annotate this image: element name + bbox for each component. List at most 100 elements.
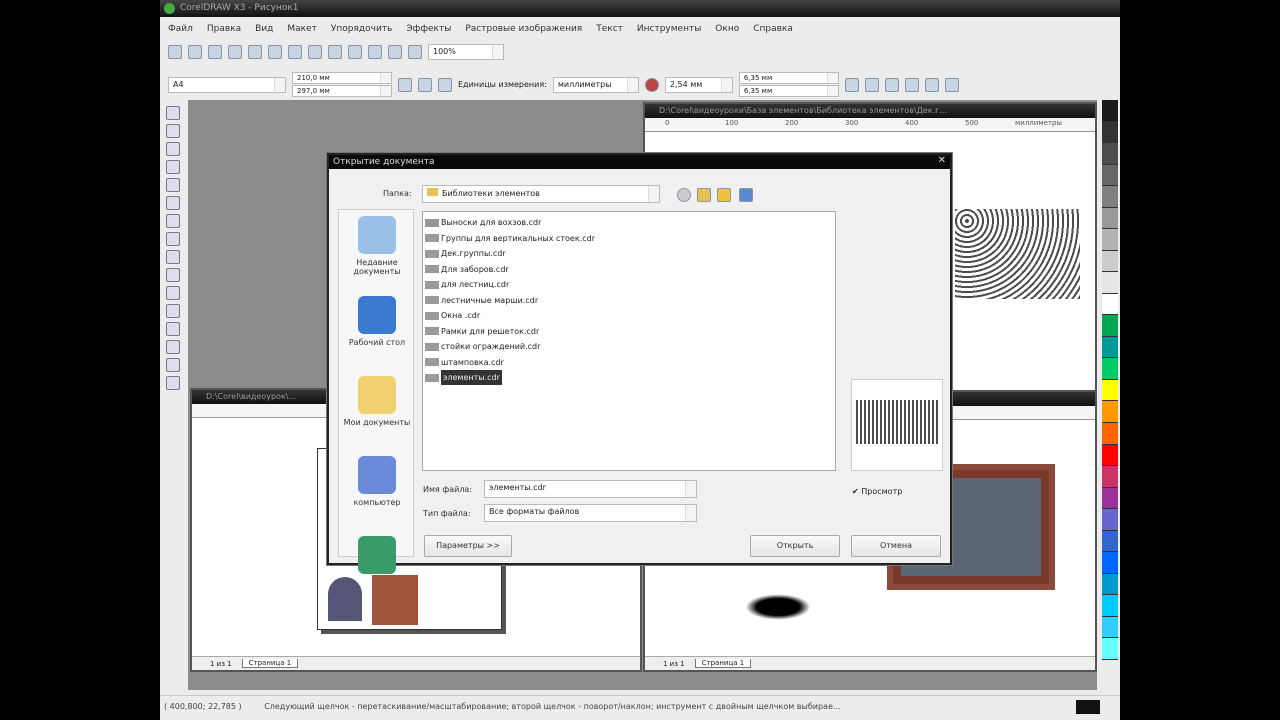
- color-swatch[interactable]: [1102, 638, 1118, 660]
- filetype-select[interactable]: Все форматы файлов: [484, 504, 697, 522]
- pick-tool-icon[interactable]: [166, 106, 180, 120]
- save-icon[interactable]: [208, 45, 222, 59]
- polygon-tool-icon[interactable]: [166, 250, 180, 264]
- snap-grid-icon[interactable]: [864, 77, 879, 92]
- color-swatch[interactable]: [1102, 509, 1118, 531]
- menu-bitmaps[interactable]: Растровые изображения: [465, 24, 582, 34]
- redo-icon[interactable]: [328, 45, 342, 59]
- color-swatch[interactable]: [1102, 336, 1118, 359]
- color-swatch[interactable]: [1102, 100, 1118, 122]
- color-swatch[interactable]: [1102, 186, 1118, 208]
- back-icon[interactable]: [677, 188, 691, 202]
- open-icon[interactable]: [188, 45, 202, 59]
- file-item[interactable]: стойки ограждений.cdr: [425, 339, 833, 355]
- color-swatch[interactable]: [1102, 530, 1118, 553]
- shape-tool-icon[interactable]: [166, 124, 180, 138]
- color-swatch[interactable]: [1102, 272, 1118, 294]
- color-swatch[interactable]: [1102, 595, 1118, 617]
- color-swatch[interactable]: [1102, 164, 1118, 187]
- treat-as-filled-icon[interactable]: [844, 77, 859, 92]
- color-swatch[interactable]: [1102, 487, 1118, 510]
- color-swatch[interactable]: [1102, 229, 1118, 251]
- color-swatch[interactable]: [1102, 552, 1118, 574]
- file-item[interactable]: лестничные марши.cdr: [425, 293, 833, 309]
- file-item[interactable]: Дек.группы.cdr: [425, 246, 833, 262]
- up-folder-icon[interactable]: [697, 188, 711, 202]
- menu-help[interactable]: Справка: [753, 24, 793, 34]
- color-swatch[interactable]: [1102, 466, 1118, 488]
- units-select[interactable]: миллиметры: [552, 76, 639, 93]
- page-height-input[interactable]: 297,0 мм: [292, 85, 392, 97]
- menu-text[interactable]: Текст: [596, 24, 623, 34]
- folder-select[interactable]: Библиотеки элементов: [422, 185, 660, 203]
- color-swatch[interactable]: [1102, 573, 1118, 596]
- outline-color-swatch[interactable]: [1076, 700, 1100, 714]
- snap-objects-icon[interactable]: [904, 77, 919, 92]
- eyedropper-icon[interactable]: [166, 322, 180, 336]
- options-icon[interactable]: [944, 77, 959, 92]
- dynamic-guides-icon[interactable]: [924, 77, 939, 92]
- ellipse-tool-icon[interactable]: [166, 232, 180, 246]
- color-swatch[interactable]: [1102, 207, 1118, 230]
- text-tool-icon[interactable]: [166, 286, 180, 300]
- color-swatch[interactable]: [1102, 358, 1118, 380]
- interactive-tool-icon[interactable]: [166, 304, 180, 318]
- menu-edit[interactable]: Правка: [207, 24, 241, 34]
- color-swatch[interactable]: [1102, 422, 1118, 445]
- outline-tool-icon[interactable]: [166, 340, 180, 354]
- place-computer[interactable]: компьютер: [339, 456, 415, 507]
- color-swatch[interactable]: [1102, 444, 1118, 467]
- color-swatch[interactable]: [1102, 293, 1118, 316]
- page-size-select[interactable]: A4: [168, 76, 286, 93]
- file-item[interactable]: Выноски для вохзов.cdr: [425, 215, 833, 231]
- menu-tools[interactable]: Инструменты: [637, 24, 701, 34]
- file-item[interactable]: Для заборов.cdr: [425, 262, 833, 278]
- new-folder-icon[interactable]: [717, 188, 731, 202]
- place-network[interactable]: [339, 536, 415, 578]
- cancel-button[interactable]: Отмена: [851, 535, 941, 557]
- fill-tool-icon[interactable]: [166, 358, 180, 372]
- page-tab[interactable]: Страница 1: [694, 659, 752, 668]
- copy-icon[interactable]: [268, 45, 282, 59]
- menu-effects[interactable]: Эффекты: [406, 24, 451, 34]
- filename-input[interactable]: элементы.cdr: [484, 480, 697, 498]
- place-recent[interactable]: Недавние документы: [339, 216, 415, 276]
- print-icon[interactable]: [228, 45, 242, 59]
- file-list[interactable]: Выноски для вохзов.cdr Группы для вертика…: [422, 211, 836, 471]
- color-swatch[interactable]: [1102, 315, 1118, 337]
- crop-tool-icon[interactable]: [166, 142, 180, 156]
- preview-checkbox[interactable]: ✔ Просмотр: [852, 487, 902, 496]
- color-swatch[interactable]: [1102, 616, 1118, 639]
- new-icon[interactable]: [168, 45, 182, 59]
- color-swatch[interactable]: [1102, 121, 1118, 144]
- undo-icon[interactable]: [308, 45, 322, 59]
- file-item[interactable]: Окна .cdr: [425, 308, 833, 324]
- smart-fill-icon[interactable]: [166, 196, 180, 210]
- welcome-icon[interactable]: [408, 45, 422, 59]
- open-button[interactable]: Открыть: [750, 535, 840, 557]
- color-swatch[interactable]: [1102, 143, 1118, 165]
- menu-window[interactable]: Окно: [715, 24, 739, 34]
- zoom-level-select[interactable]: 100%: [428, 44, 504, 60]
- file-item[interactable]: элементы.cdr: [425, 370, 833, 386]
- color-swatch[interactable]: [1102, 401, 1118, 423]
- menu-arrange[interactable]: Упорядочить: [331, 24, 392, 34]
- interactive-fill-icon[interactable]: [166, 376, 180, 390]
- menu-file[interactable]: Файл: [168, 24, 193, 34]
- view-menu-icon[interactable]: [739, 188, 753, 202]
- zoom-tool-icon[interactable]: [166, 160, 180, 174]
- place-desktop[interactable]: Рабочий стол: [339, 296, 415, 347]
- duplicate-x-input[interactable]: 6,35 мм: [738, 72, 839, 84]
- rectangle-tool-icon[interactable]: [166, 214, 180, 228]
- nudge-input[interactable]: 2,54 мм: [664, 76, 733, 93]
- menu-view[interactable]: Вид: [255, 24, 273, 34]
- file-item[interactable]: для лестниц.cdr: [425, 277, 833, 293]
- duplicate-y-input[interactable]: 6,35 мм: [738, 85, 839, 97]
- page-width-input[interactable]: 210,0 мм: [292, 72, 392, 84]
- page-tab[interactable]: Страница 1: [241, 659, 299, 668]
- portrait-icon[interactable]: [398, 77, 412, 92]
- file-item[interactable]: Группы для вертикальных стоек.cdr: [425, 231, 833, 247]
- landscape-icon[interactable]: [418, 77, 432, 92]
- color-swatch[interactable]: [1102, 250, 1118, 273]
- launcher-icon[interactable]: [388, 45, 402, 59]
